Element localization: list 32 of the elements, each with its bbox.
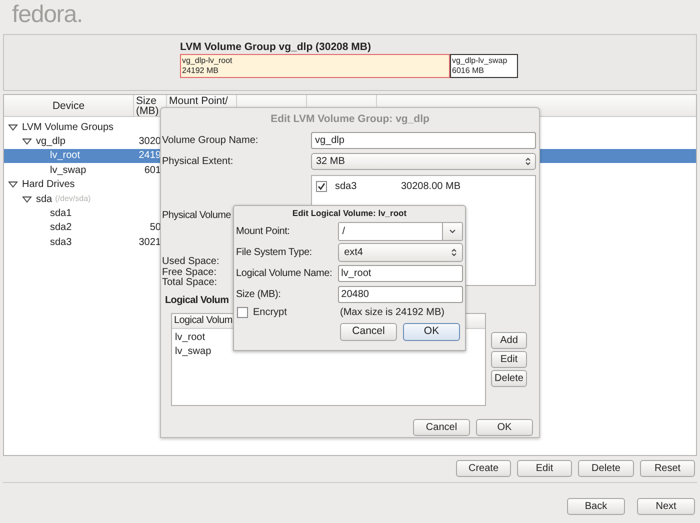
device-name: sda3 bbox=[50, 236, 72, 250]
field-label: File System Type: bbox=[236, 246, 313, 260]
field-label: Mount Point: bbox=[236, 225, 291, 239]
dialog-title: Edit Logical Volume: lv_root bbox=[292, 206, 407, 220]
field-label: Physical Volume bbox=[162, 208, 231, 222]
volume-name: sda3 bbox=[335, 180, 358, 194]
device-name: vg_dlp bbox=[36, 135, 66, 150]
space-label: Used Space: bbox=[162, 257, 220, 268]
size-cell-text: 3021 bbox=[138, 236, 161, 250]
device-name: sda2 bbox=[50, 221, 72, 236]
section-title: Logical Volum bbox=[165, 294, 229, 306]
device-name: sda bbox=[36, 192, 52, 207]
device-name: LVM Volume Groups bbox=[22, 120, 114, 135]
space-label: Free Space: bbox=[162, 268, 216, 278]
logo: fedora. bbox=[12, 1, 83, 28]
device-name: lv_root bbox=[50, 149, 80, 164]
dialog-title: Edit LVM Volume Group: vg_dlp bbox=[270, 112, 430, 127]
volume-group-title: LVM Volume Group vg_dlp (30208 MB) bbox=[180, 41, 371, 54]
size-cell-text: 2419 bbox=[138, 149, 161, 164]
device-name: Hard Drives bbox=[22, 178, 75, 192]
device-path: (/dev/sda) bbox=[55, 193, 91, 206]
max-size-note: (Max size is 24192 MB) bbox=[340, 306, 444, 320]
size-cell-text: 3020 bbox=[138, 135, 161, 150]
volume-size: 30208.00 MB bbox=[401, 180, 460, 194]
device-name: lv_swap bbox=[50, 164, 86, 178]
field-label: Logical Volume Name: bbox=[236, 267, 334, 281]
field-label: Volume Group Name: bbox=[161, 134, 260, 148]
field-label: Size (MB): bbox=[236, 288, 282, 302]
checkbox-label: Encrypt bbox=[253, 306, 287, 320]
size-cell-text: 601 bbox=[144, 164, 161, 178]
field-label: Physical Extent: bbox=[161, 155, 234, 169]
space-label: Total Space: bbox=[162, 278, 218, 288]
